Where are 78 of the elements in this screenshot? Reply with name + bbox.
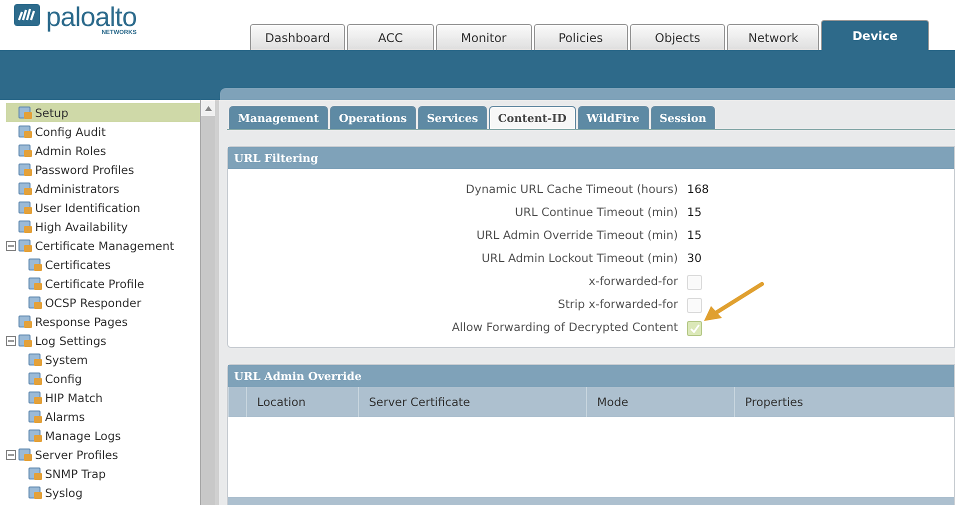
- checkbox[interactable]: [687, 298, 702, 313]
- main-tab[interactable]: Device: [821, 20, 929, 50]
- tree-item-icon: [28, 390, 43, 405]
- tree-item[interactable]: Config: [6, 369, 200, 388]
- field-label: x-forwarded-for: [588, 273, 678, 290]
- tree-item-icon: [18, 105, 33, 120]
- sub-tab[interactable]: Services: [418, 106, 488, 129]
- collapse-icon[interactable]: [6, 336, 16, 346]
- tree-item-icon: [18, 143, 33, 158]
- main-tab[interactable]: Policies: [534, 24, 628, 50]
- logo-icon: [14, 4, 40, 26]
- field-value: 15: [687, 204, 703, 221]
- tree-item-icon: [28, 352, 43, 367]
- tree-item[interactable]: OCSP Responder: [6, 293, 200, 312]
- tree-item[interactable]: Password Profiles: [6, 160, 200, 179]
- sub-tab[interactable]: Session: [650, 106, 716, 129]
- tree-item-icon: [28, 409, 43, 424]
- tree-item-icon: [28, 371, 43, 386]
- panel-title: URL Admin Override: [228, 365, 954, 387]
- tree-item[interactable]: HIP Match: [6, 388, 200, 407]
- tree-item[interactable]: Certificates: [6, 255, 200, 274]
- tree-item-icon: [18, 124, 33, 139]
- tree-item-icon: [18, 219, 33, 234]
- collapse-icon[interactable]: [6, 240, 16, 250]
- tree-item[interactable]: System: [6, 350, 200, 369]
- sub-tab[interactable]: Management: [229, 106, 328, 129]
- sub-tab[interactable]: WildFire: [578, 106, 649, 129]
- tree-item-icon: [28, 295, 43, 310]
- tree-item-icon: [18, 314, 33, 329]
- tree-item-icon: [28, 466, 43, 481]
- sub-tab[interactable]: Operations: [330, 106, 416, 129]
- field-label: Dynamic URL Cache Timeout (hours): [464, 181, 678, 198]
- logo-name: paloalto: [46, 4, 137, 30]
- field-value: 15: [687, 227, 703, 244]
- tree-item-icon: [18, 238, 33, 253]
- main-tab[interactable]: ACC: [347, 24, 434, 50]
- tree-item[interactable]: Administrators: [6, 179, 200, 198]
- main-tab[interactable]: Dashboard: [250, 24, 346, 50]
- tree-item-icon: [28, 276, 43, 291]
- field-label: Strip x-forwarded-for: [556, 296, 678, 313]
- field-label: URL Continue Timeout (min): [514, 204, 678, 221]
- checkbox[interactable]: [687, 275, 702, 290]
- panel-title: URL Filtering: [228, 147, 954, 169]
- tree-item[interactable]: SNMP Trap: [6, 464, 200, 483]
- field-label: Allow Forwarding of Decrypted Content: [450, 319, 678, 336]
- collapse-icon[interactable]: [6, 450, 16, 460]
- main-tab[interactable]: Network: [727, 24, 820, 50]
- tree-item-icon: [28, 428, 43, 443]
- tree-item-icon: [18, 333, 33, 348]
- tree-item[interactable]: Admin Roles: [6, 141, 200, 160]
- tree-item[interactable]: Server Profiles: [6, 445, 200, 464]
- tree-item[interactable]: User Identification: [6, 198, 200, 217]
- field-label: URL Admin Override Timeout (min): [476, 227, 678, 244]
- scrollbar[interactable]: [200, 100, 215, 505]
- tree-item[interactable]: Manage Logs: [6, 426, 200, 445]
- checkbox[interactable]: [687, 321, 702, 336]
- tree-item[interactable]: Certificate Profile: [6, 274, 200, 293]
- tree-item[interactable]: Setup: [6, 103, 200, 122]
- tree-item-icon: [18, 162, 33, 177]
- main-tab[interactable]: Monitor: [436, 24, 532, 50]
- tree-item[interactable]: Syslog: [6, 483, 200, 502]
- sub-tab[interactable]: Content-ID: [489, 106, 576, 129]
- field-value: 30: [687, 250, 703, 267]
- tree-item[interactable]: Certificate Management: [6, 236, 200, 255]
- tree-item-icon: [28, 257, 43, 272]
- tree-item-icon: [28, 485, 43, 500]
- tree-item[interactable]: Config Audit: [6, 122, 200, 141]
- tree-item[interactable]: Response Pages: [6, 312, 200, 331]
- main-tab[interactable]: Objects: [630, 24, 726, 50]
- field-label: URL Admin Lockout Timeout (min): [480, 250, 678, 267]
- field-value: 168: [687, 181, 710, 198]
- tree-item[interactable]: High Availability: [6, 217, 200, 236]
- tree-item-icon: [18, 181, 33, 196]
- tree-item[interactable]: Log Settings: [6, 331, 200, 350]
- tree-item-icon: [18, 447, 33, 462]
- scroll-up-icon[interactable]: [204, 106, 212, 110]
- tree-item-icon: [18, 200, 33, 215]
- tree-item[interactable]: Alarms: [6, 407, 200, 426]
